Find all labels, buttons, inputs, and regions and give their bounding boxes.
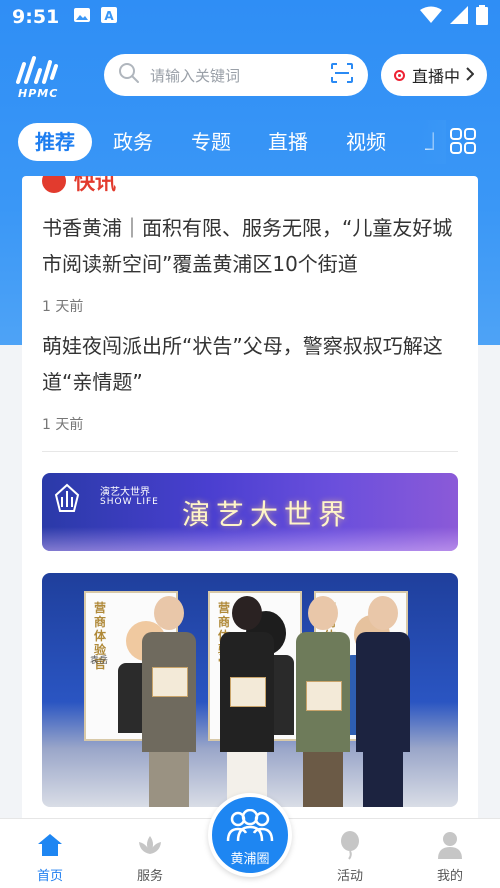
divider [42,451,458,452]
status-time: 9:51 [12,6,60,28]
tab-services-label: 服务 [136,869,163,884]
flash-news-header: 快讯 [42,176,116,196]
poster-name: 袁岳 [90,656,109,666]
show-life-banner[interactable]: 演艺大世界 SHOW LIFE 演艺大世界 [42,473,458,551]
user-icon [410,829,490,861]
person [356,596,410,807]
huangpu-circle-label: 黄浦圈 [230,852,270,867]
tab-government[interactable]: 政务 [113,123,153,161]
logo-text: HPMC [18,87,59,100]
tab-profile[interactable]: 我的 [410,829,490,884]
person [142,596,196,807]
tab-profile-label: 我的 [436,869,463,884]
news-item[interactable]: 书香黄浦｜面积有限、服务无限，“儿童友好城市阅读新空间”覆盖黄浦区10个街道 1… [42,210,462,316]
svg-text:A: A [105,9,115,23]
news-item[interactable]: 萌娃夜闯派出所“状告”父母，警察叔叔巧解这道“亲情题” 1 天前 [42,328,462,434]
home-icon [10,829,90,861]
search-bar[interactable]: 请输入关键词 [104,54,368,96]
gallery-icon [73,6,91,28]
tab-home-label: 首页 [36,869,63,884]
signal-icon [450,5,468,29]
tab-services[interactable]: 服务 [110,829,190,884]
tab-recommend[interactable]: 推荐 [18,123,92,161]
tab-video[interactable]: 视频 [346,123,386,161]
tab-activities-label: 活动 [336,869,363,884]
channel-tabs: 推荐 政务 专题 直播 视频 上 [0,120,500,164]
notification-a-icon: A [101,6,118,28]
feed-card: 快讯 书香黄浦｜面积有限、服务无限，“儿童友好城市阅读新空间”覆盖黄浦区10个街… [22,176,478,888]
banner-sparkle [42,527,458,551]
balloon-icon [310,829,390,861]
tabs-fade [418,120,446,164]
flash-news-label: 快讯 [74,176,116,194]
tab-activities[interactable]: 活动 [310,829,390,884]
app-header: HPMC 请输入关键词 直播中 [0,50,500,102]
live-button[interactable]: 直播中 [381,54,487,96]
live-label: 直播中 [411,67,460,86]
scan-icon[interactable] [330,62,354,88]
news-title[interactable]: 萌娃夜闯派出所“状告”父母，警察叔叔巧解这道“亲情题” [42,328,462,400]
search-placeholder[interactable]: 请输入关键词 [150,65,330,86]
tab-topics[interactable]: 专题 [191,123,231,161]
tab-home[interactable]: 首页 [10,829,90,884]
news-photo[interactable]: 营商体验官 袁岳 营商体验官 营商体验官 [42,573,458,807]
wifi-icon [420,6,442,29]
certificate [306,681,342,711]
huangpu-circle-button[interactable]: 黄浦圈 [208,793,292,877]
news-time: 1 天前 [42,417,84,433]
show-life-logo-icon [54,483,80,513]
battery-icon [476,4,488,30]
tab-live[interactable]: 直播 [268,123,308,161]
search-icon [118,62,140,88]
flash-icon [42,176,66,193]
news-title[interactable]: 书香黄浦｜面积有限、服务无限，“儿童友好城市阅读新空间”覆盖黄浦区10个街道 [42,210,462,282]
certificate [152,667,188,697]
banner-brand-en: SHOW LIFE [100,497,159,507]
status-bar: 9:51 A [0,0,500,34]
news-time: 1 天前 [42,299,84,315]
chevron-right-icon [466,66,475,85]
banner-brand-cn: 演艺大世界 [100,487,150,498]
lotus-icon [110,829,190,861]
certificate [230,677,266,707]
hpmc-logo[interactable]: HPMC [14,54,74,100]
live-indicator-icon [393,69,405,81]
group-icon [226,808,274,847]
grid-icon[interactable] [450,128,476,154]
